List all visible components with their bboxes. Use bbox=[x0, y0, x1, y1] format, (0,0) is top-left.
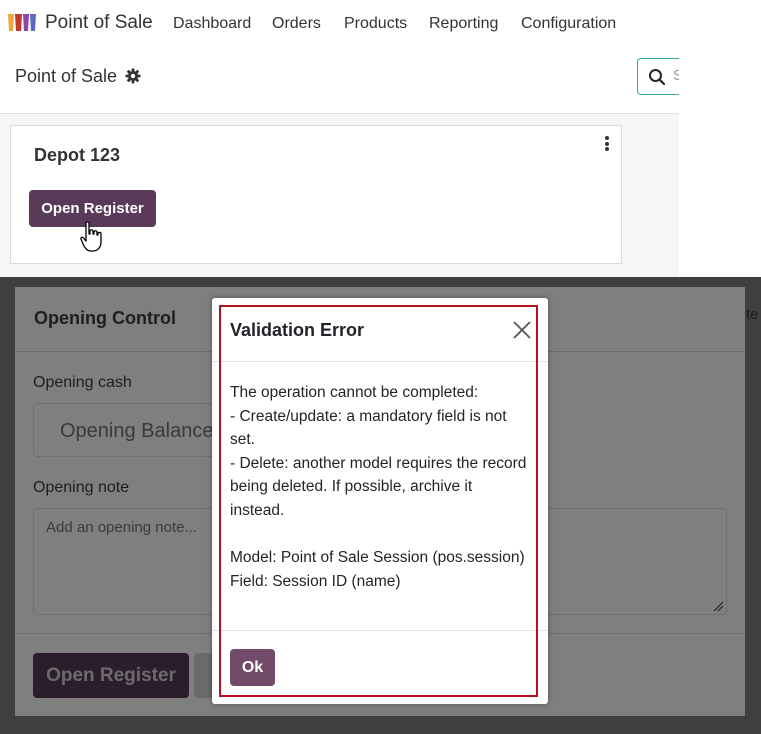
kebab-menu-icon[interactable] bbox=[603, 136, 611, 154]
gear-icon[interactable] bbox=[125, 68, 141, 84]
menu-reporting[interactable]: Reporting bbox=[429, 15, 498, 33]
menu-orders[interactable]: Orders bbox=[272, 15, 321, 33]
menu-configuration[interactable]: Configuration bbox=[521, 15, 616, 33]
opening-control-side-text: te bbox=[746, 306, 759, 323]
divider bbox=[212, 630, 548, 631]
opening-control-open-register-button[interactable]: Open Register bbox=[33, 653, 189, 698]
opening-note-label: Opening note bbox=[33, 479, 130, 496]
ok-button[interactable]: Ok bbox=[230, 649, 275, 686]
top-navbar: Point of Sale Dashboard Orders Products … bbox=[0, 0, 679, 46]
close-icon[interactable] bbox=[512, 320, 532, 340]
app-name[interactable]: Point of Sale bbox=[45, 12, 153, 34]
divider bbox=[212, 361, 548, 362]
message-line: - Create/update: a mandatory field is no… bbox=[230, 407, 507, 449]
menu-products[interactable]: Products bbox=[344, 15, 407, 33]
search-input[interactable]: S bbox=[637, 58, 679, 95]
message-line bbox=[230, 523, 530, 547]
app-logo-icon[interactable] bbox=[7, 12, 37, 32]
opening-cash-label: Opening cash bbox=[33, 374, 132, 391]
message-line: - Delete: another model requires the rec… bbox=[230, 454, 527, 519]
search-icon bbox=[649, 69, 666, 86]
message-line: The operation cannot be completed: bbox=[230, 384, 479, 401]
resize-handle-icon[interactable] bbox=[712, 600, 724, 612]
opening-cash-placeholder: Opening Balance bbox=[60, 420, 214, 442]
validation-error-dialog: Validation Error The operation cannot be… bbox=[212, 298, 548, 704]
opening-cash-input[interactable]: Opening Balance bbox=[33, 403, 223, 457]
search-placeholder: S bbox=[673, 67, 679, 84]
card-title: Depot 123 bbox=[34, 145, 121, 165]
menu-dashboard[interactable]: Dashboard bbox=[173, 15, 251, 33]
dialog-message: The operation cannot be completed: - Cre… bbox=[230, 381, 530, 593]
message-line: Model: Point of Sale Session (pos.sessio… bbox=[230, 549, 525, 567]
dialog-title: Validation Error bbox=[230, 320, 365, 340]
secondary-button[interactable] bbox=[194, 653, 214, 698]
opening-control-title: Opening Control bbox=[34, 308, 176, 328]
message-line: Field: Session ID (name) bbox=[230, 572, 401, 590]
hand-cursor-icon bbox=[80, 221, 102, 252]
opening-note-placeholder: Add an opening note... bbox=[46, 519, 197, 536]
breadcrumb-title: Point of Sale bbox=[15, 66, 118, 86]
